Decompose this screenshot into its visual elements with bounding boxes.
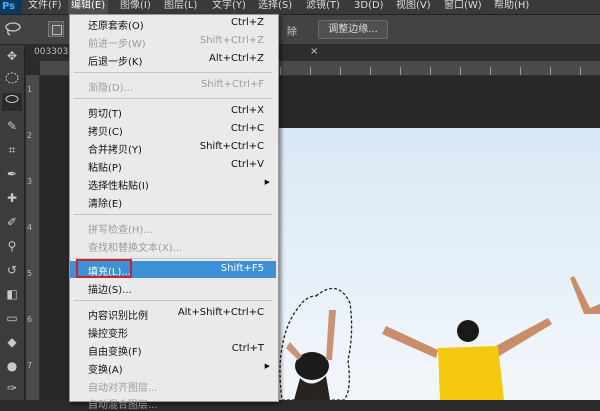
ruler-label: 3	[27, 177, 33, 186]
menu-type[interactable]: 文字(Y)	[212, 0, 246, 14]
menu-image[interactable]: 图像(I)	[120, 0, 151, 14]
lasso-tool-icon[interactable]	[4, 21, 22, 37]
vertical-ruler: 1 2 3 4 5 6 7	[26, 75, 40, 400]
ruler-label: 4	[27, 223, 33, 232]
menu-item-paste-special[interactable]: 选择性粘贴(I) ▶	[70, 175, 276, 192]
move-tool-icon[interactable]: ✥	[2, 47, 22, 65]
menu-edit[interactable]: 编辑(E)	[68, 0, 109, 14]
menu-separator	[74, 300, 272, 301]
healing-brush-tool-icon[interactable]: ✚	[2, 189, 22, 207]
ruler-label: 2	[27, 131, 33, 140]
menu-window[interactable]: 窗口(W)	[444, 0, 482, 14]
tab-close-icon[interactable]: ×	[310, 46, 318, 57]
menu-view[interactable]: 视图(V)	[396, 0, 431, 14]
tools-panel: ✥ ✎ ⌗ ✒ ✚ ✐ ⚲ ↺ ◧ ▭ ◆ ● ✑	[0, 45, 25, 400]
submenu-arrow-icon: ▶	[264, 362, 270, 370]
eraser-tool-icon[interactable]: ◧	[2, 285, 22, 303]
ruler-label: 6	[27, 315, 33, 324]
eyedropper-tool-icon[interactable]: ✒	[2, 165, 22, 183]
menu-item-cut[interactable]: 剪切(T) Ctrl+X	[70, 103, 276, 120]
quick-selection-tool-icon[interactable]: ✎	[2, 117, 22, 135]
person-left	[286, 310, 336, 400]
new-selection-mode-icon[interactable]	[48, 21, 64, 37]
options-partial-text: 除	[287, 27, 297, 38]
annotation-highlight-box	[76, 259, 132, 278]
menu-item-fade[interactable]: 渐隐(D)... Shift+Ctrl+F	[70, 77, 276, 94]
menu-item-auto-blend-layers[interactable]: 自动混合图层...	[70, 394, 276, 411]
blur-tool-icon[interactable]: ◆	[2, 333, 22, 351]
menu-item-transform[interactable]: 变换(A) ▶	[70, 359, 276, 376]
menu-item-puppet-warp[interactable]: 操控变形	[70, 323, 276, 340]
menu-item-free-transform[interactable]: 自由变换(F) Ctrl+T	[70, 341, 276, 358]
person-right-arm	[570, 276, 600, 314]
menu-item-content-aware-scale[interactable]: 内容识别比例 Alt+Shift+Ctrl+C	[70, 305, 276, 322]
menu-item-copy-merged[interactable]: 合并拷贝(Y) Shift+Ctrl+C	[70, 139, 276, 156]
menu-item-undo-lasso[interactable]: 还原套索(O) Ctrl+Z	[70, 15, 276, 32]
ruler-label: 5	[27, 269, 33, 278]
menu-bar: Ps 文件(F) 编辑(E) 图像(I) 图层(L) 文字(Y) 选择(S) 滤…	[0, 0, 600, 15]
photoshop-logo: Ps	[0, 0, 22, 14]
document-photo[interactable]	[278, 128, 600, 400]
menu-item-step-backward[interactable]: 后退一步(K) Alt+Ctrl+Z	[70, 51, 276, 68]
history-brush-tool-icon[interactable]: ↺	[2, 261, 22, 279]
edit-menu-dropdown: 还原套索(O) Ctrl+Z 前进一步(W) Shift+Ctrl+Z 后退一步(K…	[69, 14, 279, 411]
pen-tool-icon[interactable]: ✑	[2, 379, 22, 397]
menu-file[interactable]: 文件(F)	[28, 0, 62, 14]
menu-filter[interactable]: 滤镜(T)	[306, 0, 340, 14]
document-tab[interactable]: 003303	[34, 47, 68, 60]
menu-help[interactable]: 帮助(H)	[494, 0, 529, 14]
refine-edge-button[interactable]: 调整边缘...	[318, 20, 388, 39]
ruler-label: 7	[27, 361, 33, 370]
menu-item-paste[interactable]: 粘贴(P) Ctrl+V	[70, 157, 276, 174]
menu-3d[interactable]: 3D(D)	[354, 0, 384, 14]
menu-item-copy[interactable]: 拷贝(C) Ctrl+C	[70, 121, 276, 138]
menu-item-find-replace[interactable]: 查找和替换文本(X)...	[70, 237, 276, 254]
menu-select[interactable]: 选择(S)	[258, 0, 292, 14]
marquee-tool-icon[interactable]	[2, 71, 22, 89]
menu-separator	[74, 72, 272, 73]
gradient-tool-icon[interactable]: ▭	[2, 309, 22, 327]
menu-separator	[74, 98, 272, 99]
menu-item-stroke[interactable]: 描边(S)...	[70, 279, 276, 296]
clone-stamp-tool-icon[interactable]: ⚲	[2, 237, 22, 255]
menu-layer[interactable]: 图层(L)	[164, 0, 197, 14]
menu-item-step-forward[interactable]: 前进一步(W) Shift+Ctrl+Z	[70, 33, 276, 50]
person-center	[382, 318, 552, 400]
menu-item-clear[interactable]: 清除(E)	[70, 193, 276, 210]
dodge-tool-icon[interactable]: ●	[2, 357, 22, 375]
ruler-label: 1	[27, 85, 33, 94]
submenu-arrow-icon: ▶	[264, 178, 270, 186]
lasso-tool-icon[interactable]	[2, 93, 22, 111]
brush-tool-icon[interactable]: ✐	[2, 213, 22, 231]
crop-tool-icon[interactable]: ⌗	[2, 141, 22, 159]
menu-separator	[74, 214, 272, 215]
menu-item-auto-align-layers[interactable]: 自动对齐图层...	[70, 377, 276, 394]
menu-item-spell-check[interactable]: 拼写检查(H)...	[70, 219, 276, 236]
